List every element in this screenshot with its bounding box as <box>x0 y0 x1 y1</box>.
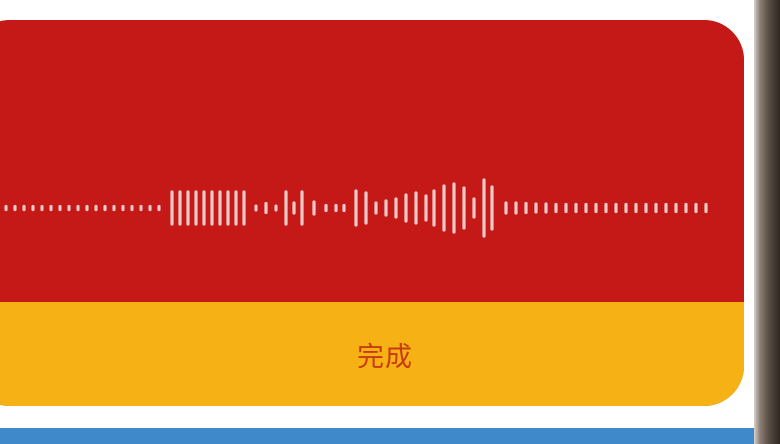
underlying-content-strip <box>0 428 754 444</box>
done-button-label: 完成 <box>357 341 413 373</box>
recording-panel <box>0 20 744 302</box>
audio-waveform <box>4 178 708 238</box>
done-button[interactable]: 完成 <box>0 302 744 406</box>
background-edge <box>754 0 780 444</box>
voice-recording-card: 完成 <box>0 20 744 406</box>
